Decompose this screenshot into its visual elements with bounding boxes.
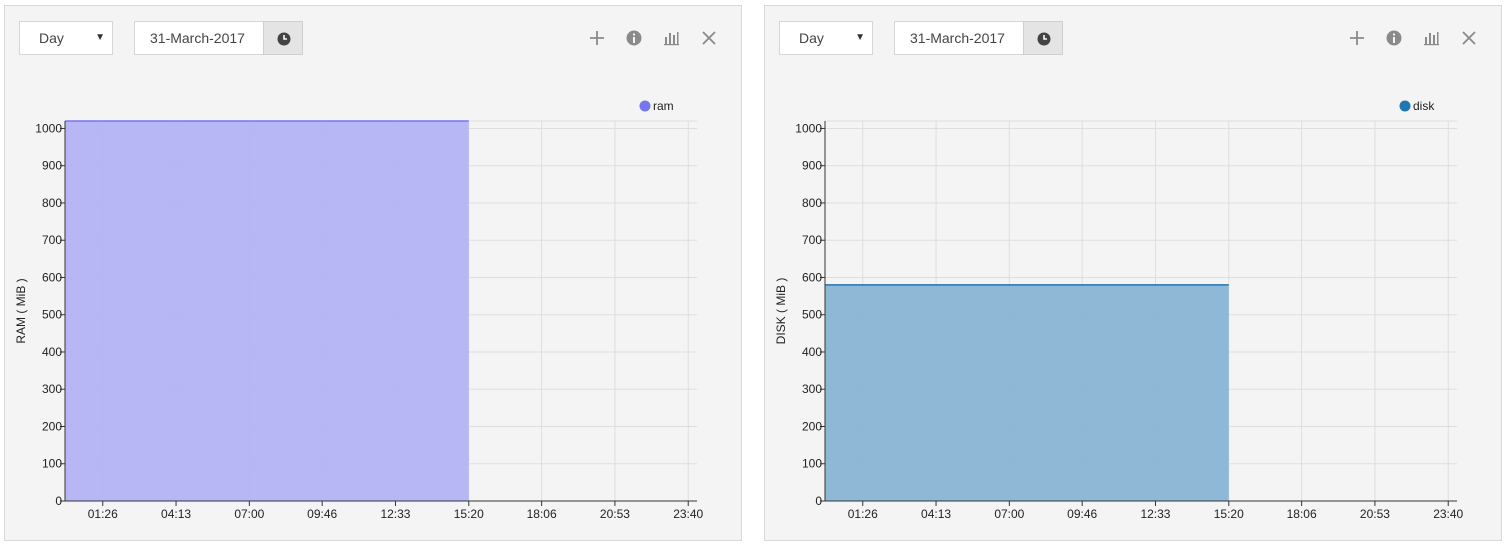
y-tick-label: 600 <box>802 270 822 284</box>
x-tick-label: 12:33 <box>380 507 410 521</box>
y-tick-label: 900 <box>42 159 62 173</box>
y-tick-label: 1000 <box>35 121 62 135</box>
y-tick-label: 400 <box>802 345 822 359</box>
y-tick-label: 1000 <box>795 121 822 135</box>
legend-label: disk <box>1413 99 1435 113</box>
x-tick-label: 07:00 <box>994 507 1024 521</box>
x-tick-label: 01:26 <box>88 507 118 521</box>
x-tick-label: 23:40 <box>673 507 703 521</box>
x-tick-label: 23:40 <box>1433 507 1463 521</box>
disk-chart-panel: Day ▼ 31-March-2017 0 100 200 300 400 50… <box>764 5 1502 541</box>
y-tick-label: 0 <box>815 494 822 508</box>
disk-area <box>825 284 1229 501</box>
y-tick-label: 200 <box>42 419 62 433</box>
disk-chart: 0 100 200 300 400 500 600 700 800 900 1000 01:26 04:… <box>774 99 1464 521</box>
y-tick-label: 100 <box>802 457 822 471</box>
x-tick-label: 18:06 <box>527 507 557 521</box>
x-tick-label: 04:13 <box>161 507 191 521</box>
x-tick-label: 12:33 <box>1140 507 1170 521</box>
y-tick-label: 900 <box>802 159 822 173</box>
x-tick-label: 20:53 <box>1360 507 1390 521</box>
x-tick-label: 07:00 <box>234 507 264 521</box>
y-tick-label: 800 <box>802 196 822 210</box>
y-tick-label: 800 <box>42 196 62 210</box>
y-tick-label: 0 <box>55 494 62 508</box>
y-tick-label: 500 <box>802 308 822 322</box>
legend-label: ram <box>653 99 674 113</box>
x-tick-label: 01:26 <box>848 507 878 521</box>
y-tick-label: 500 <box>42 308 62 322</box>
y-tick-label: 400 <box>42 345 62 359</box>
y-tick-label: 700 <box>802 233 822 247</box>
legend-swatch <box>639 100 651 112</box>
ram-chart: 0 100 200 300 400 500 600 700 800 900 1000 01:26 04:… <box>14 99 704 521</box>
y-tick-label: 200 <box>802 419 822 433</box>
x-tick-label: 15:20 <box>1214 507 1244 521</box>
x-tick-label: 09:46 <box>1067 507 1097 521</box>
x-tick-label: 20:53 <box>600 507 630 521</box>
ram-chart-panel: Day ▼ 31-March-2017 0 100 200 300 400 50… <box>4 5 742 541</box>
y-tick-label: 300 <box>42 382 62 396</box>
y-tick-label: 100 <box>42 457 62 471</box>
x-tick-label: 09:46 <box>307 507 337 521</box>
x-tick-label: 18:06 <box>1287 507 1317 521</box>
x-tick-label: 04:13 <box>921 507 951 521</box>
y-tick-label: 600 <box>42 270 62 284</box>
y-tick-label: 700 <box>42 233 62 247</box>
x-tick-label: 15:20 <box>454 507 484 521</box>
y-axis-label: DISK ( MiB ) <box>774 278 788 345</box>
y-tick-label: 300 <box>802 382 822 396</box>
ram-area <box>65 121 469 501</box>
y-axis-label: RAM ( MiB ) <box>14 278 28 343</box>
legend-swatch <box>1399 100 1411 112</box>
